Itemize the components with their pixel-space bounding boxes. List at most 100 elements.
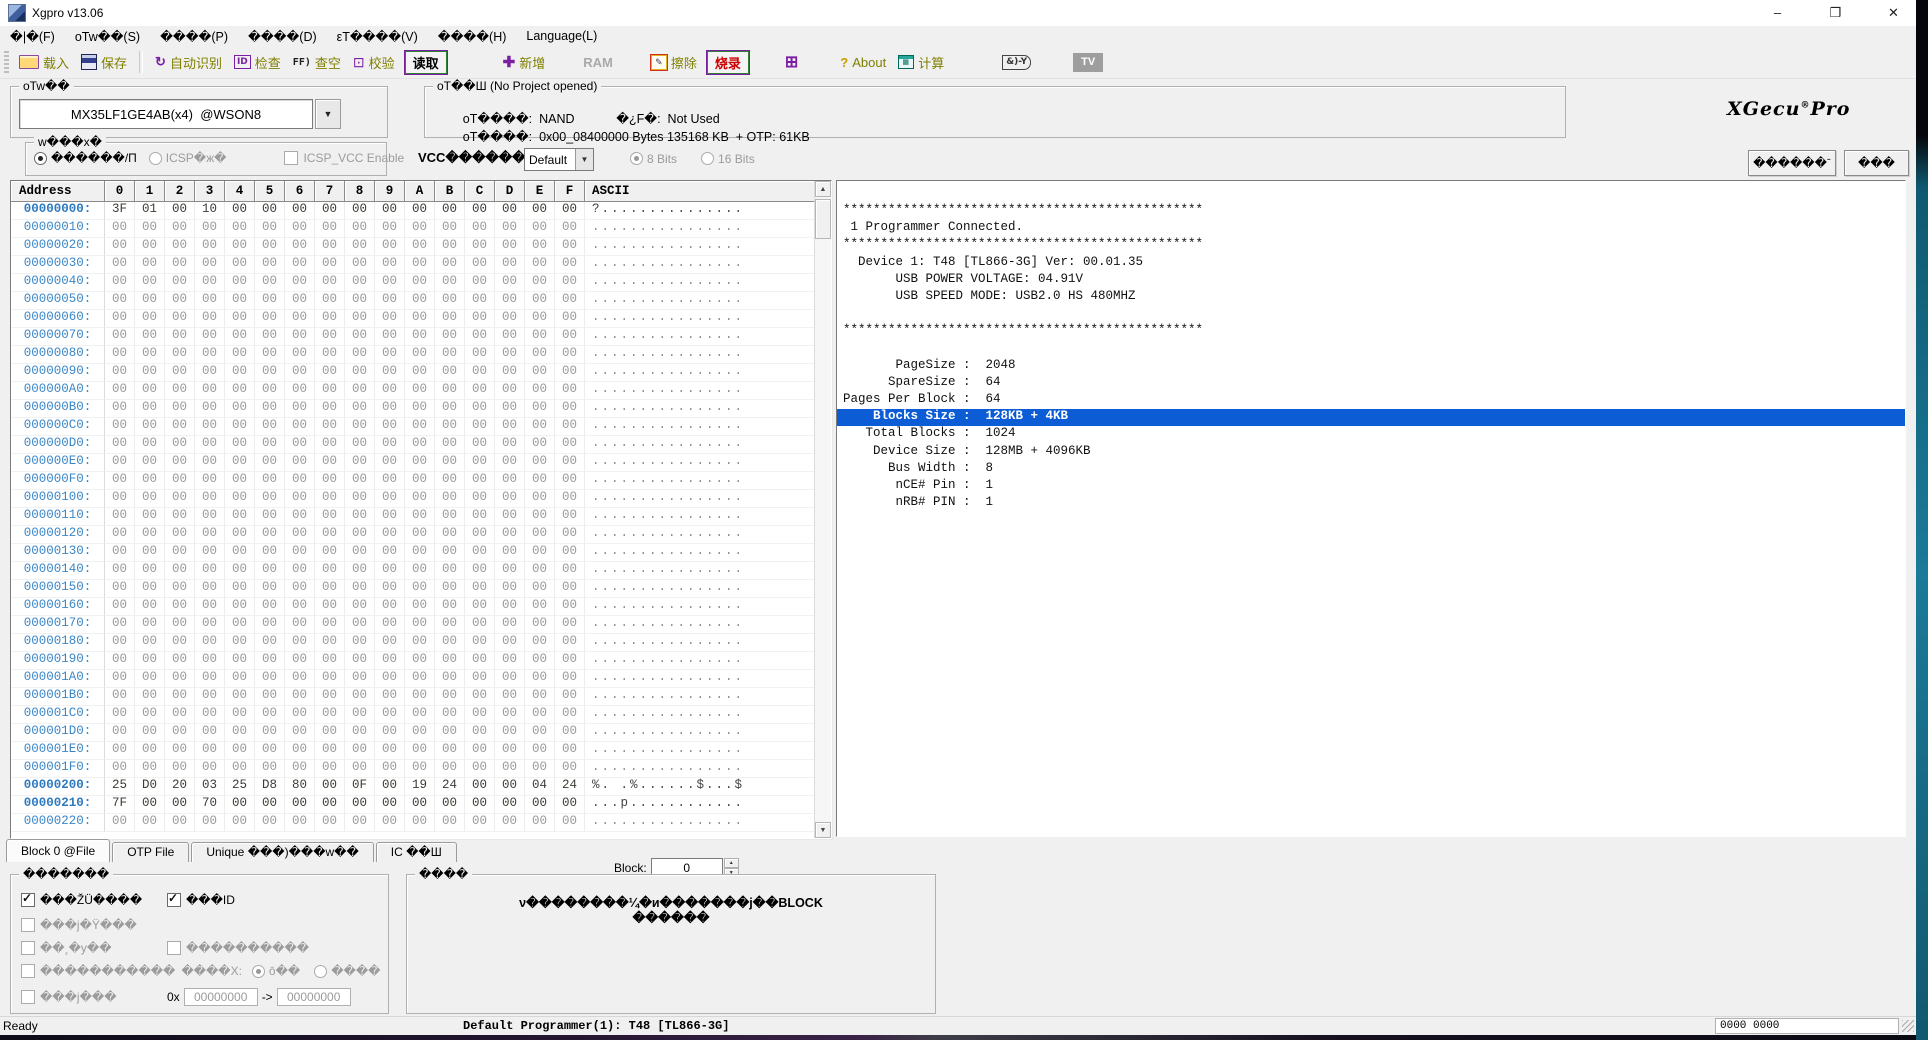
hex-byte[interactable]: 00 bbox=[165, 742, 195, 760]
hex-byte[interactable]: 00 bbox=[255, 580, 285, 598]
hex-byte[interactable]: 00 bbox=[105, 220, 135, 238]
hex-byte[interactable]: 00 bbox=[315, 310, 345, 328]
hex-byte[interactable]: 00 bbox=[255, 454, 285, 472]
hex-byte[interactable]: 00 bbox=[135, 796, 165, 814]
hex-byte[interactable]: 00 bbox=[345, 760, 375, 778]
hex-byte[interactable]: 00 bbox=[105, 364, 135, 382]
hex-byte[interactable]: 00 bbox=[135, 238, 165, 256]
hex-byte[interactable]: 00 bbox=[195, 742, 225, 760]
hex-byte[interactable]: 00 bbox=[345, 580, 375, 598]
hex-byte[interactable]: 00 bbox=[405, 328, 435, 346]
hex-byte[interactable]: 00 bbox=[315, 634, 345, 652]
hex-byte[interactable]: 00 bbox=[345, 508, 375, 526]
hex-row[interactable]: 000001A0:0000000000000000000000000000000… bbox=[11, 670, 815, 688]
hex-byte[interactable]: 00 bbox=[555, 400, 585, 418]
tab-1[interactable]: OTP File bbox=[112, 842, 189, 862]
hex-byte[interactable]: 00 bbox=[435, 490, 465, 508]
hex-byte[interactable]: 00 bbox=[225, 454, 255, 472]
hex-byte[interactable]: 00 bbox=[405, 238, 435, 256]
hex-byte[interactable]: 00 bbox=[285, 562, 315, 580]
menu-item-2[interactable]: ����(P) bbox=[150, 27, 238, 46]
option1-checkbox[interactable] bbox=[21, 893, 35, 907]
hex-byte[interactable]: 00 bbox=[135, 346, 165, 364]
hex-byte[interactable]: 00 bbox=[345, 544, 375, 562]
hex-byte[interactable]: 00 bbox=[525, 760, 555, 778]
hex-byte[interactable]: 00 bbox=[255, 544, 285, 562]
hex-byte[interactable]: 00 bbox=[555, 436, 585, 454]
hex-byte[interactable]: 00 bbox=[525, 580, 555, 598]
hex-byte[interactable]: 00 bbox=[135, 292, 165, 310]
hex-row[interactable]: 00000160:0000000000000000000000000000000… bbox=[11, 598, 815, 616]
hex-byte[interactable]: 00 bbox=[225, 652, 255, 670]
option7-checkbox[interactable] bbox=[21, 990, 35, 1004]
hex-byte[interactable]: 19 bbox=[405, 778, 435, 796]
hex-byte[interactable]: 00 bbox=[525, 598, 555, 616]
hex-byte[interactable]: 00 bbox=[135, 742, 165, 760]
hex-byte[interactable]: 24 bbox=[555, 778, 585, 796]
hex-byte[interactable]: 00 bbox=[405, 796, 435, 814]
hex-byte[interactable]: 00 bbox=[315, 670, 345, 688]
hex-byte[interactable]: 00 bbox=[465, 310, 495, 328]
hex-byte[interactable]: 00 bbox=[405, 562, 435, 580]
hex-byte[interactable]: 00 bbox=[495, 436, 525, 454]
hex-byte[interactable]: 00 bbox=[525, 418, 555, 436]
hex-byte[interactable]: 00 bbox=[285, 616, 315, 634]
hex-byte[interactable]: 00 bbox=[225, 490, 255, 508]
hex-row[interactable]: 000001F0:0000000000000000000000000000000… bbox=[11, 760, 815, 778]
hex-byte[interactable]: 00 bbox=[435, 688, 465, 706]
hex-byte[interactable]: 00 bbox=[345, 454, 375, 472]
hex-byte[interactable]: 00 bbox=[105, 418, 135, 436]
hex-byte[interactable]: 00 bbox=[285, 454, 315, 472]
hex-byte[interactable]: 24 bbox=[435, 778, 465, 796]
hex-byte[interactable]: 00 bbox=[405, 580, 435, 598]
hex-byte[interactable]: 00 bbox=[105, 256, 135, 274]
hex-byte[interactable]: 00 bbox=[195, 400, 225, 418]
hex-byte[interactable]: 00 bbox=[345, 652, 375, 670]
hex-byte[interactable]: 00 bbox=[525, 706, 555, 724]
hex-byte[interactable]: 00 bbox=[375, 544, 405, 562]
hex-byte[interactable]: 00 bbox=[465, 490, 495, 508]
hex-byte[interactable]: 00 bbox=[135, 706, 165, 724]
hex-byte[interactable]: 00 bbox=[135, 562, 165, 580]
hex-byte[interactable]: 00 bbox=[345, 526, 375, 544]
burn-button[interactable]: 烧录 bbox=[706, 50, 750, 75]
hex-byte[interactable]: D0 bbox=[135, 778, 165, 796]
hex-byte[interactable]: 00 bbox=[315, 706, 345, 724]
log-panel[interactable]: ****************************************… bbox=[836, 180, 1906, 837]
hex-byte[interactable]: 00 bbox=[495, 562, 525, 580]
hex-byte[interactable]: 00 bbox=[135, 454, 165, 472]
hex-byte[interactable]: 00 bbox=[375, 310, 405, 328]
hex-byte[interactable]: 00 bbox=[555, 814, 585, 832]
hex-byte[interactable]: 00 bbox=[495, 364, 525, 382]
hex-byte[interactable]: 00 bbox=[555, 670, 585, 688]
hex-byte[interactable]: 00 bbox=[495, 274, 525, 292]
hex-byte[interactable]: 00 bbox=[225, 292, 255, 310]
hex-byte[interactable]: 00 bbox=[435, 670, 465, 688]
hex-byte[interactable]: 00 bbox=[225, 328, 255, 346]
hex-byte[interactable]: 00 bbox=[405, 598, 435, 616]
hex-byte[interactable]: 00 bbox=[405, 292, 435, 310]
hex-byte[interactable]: 00 bbox=[165, 238, 195, 256]
menu-item-5[interactable]: ����(H) bbox=[428, 27, 517, 46]
hex-byte[interactable]: 00 bbox=[315, 562, 345, 580]
hex-row[interactable]: 00000100:0000000000000000000000000000000… bbox=[11, 490, 815, 508]
hex-row[interactable]: 00000010:0000000000000000000000000000000… bbox=[11, 220, 815, 238]
hex-byte[interactable]: 00 bbox=[315, 418, 345, 436]
hex-byte[interactable]: 00 bbox=[255, 202, 285, 220]
hex-byte[interactable]: 00 bbox=[375, 688, 405, 706]
hex-byte[interactable]: 00 bbox=[375, 670, 405, 688]
hex-byte[interactable]: 00 bbox=[195, 706, 225, 724]
hex-byte[interactable]: 00 bbox=[555, 742, 585, 760]
hex-byte[interactable]: 00 bbox=[555, 580, 585, 598]
hex-byte[interactable]: 00 bbox=[465, 508, 495, 526]
hex-byte[interactable]: 00 bbox=[255, 616, 285, 634]
hex-byte[interactable]: 00 bbox=[375, 742, 405, 760]
vcc-dropdown-icon[interactable]: ▼ bbox=[575, 149, 593, 170]
hex-byte[interactable]: 00 bbox=[285, 472, 315, 490]
hex-byte[interactable]: 00 bbox=[555, 760, 585, 778]
hex-byte[interactable]: 00 bbox=[435, 274, 465, 292]
hex-byte[interactable]: 00 bbox=[315, 724, 345, 742]
hex-byte[interactable]: 00 bbox=[405, 256, 435, 274]
hex-byte[interactable]: 00 bbox=[165, 652, 195, 670]
hex-byte[interactable]: 00 bbox=[495, 652, 525, 670]
